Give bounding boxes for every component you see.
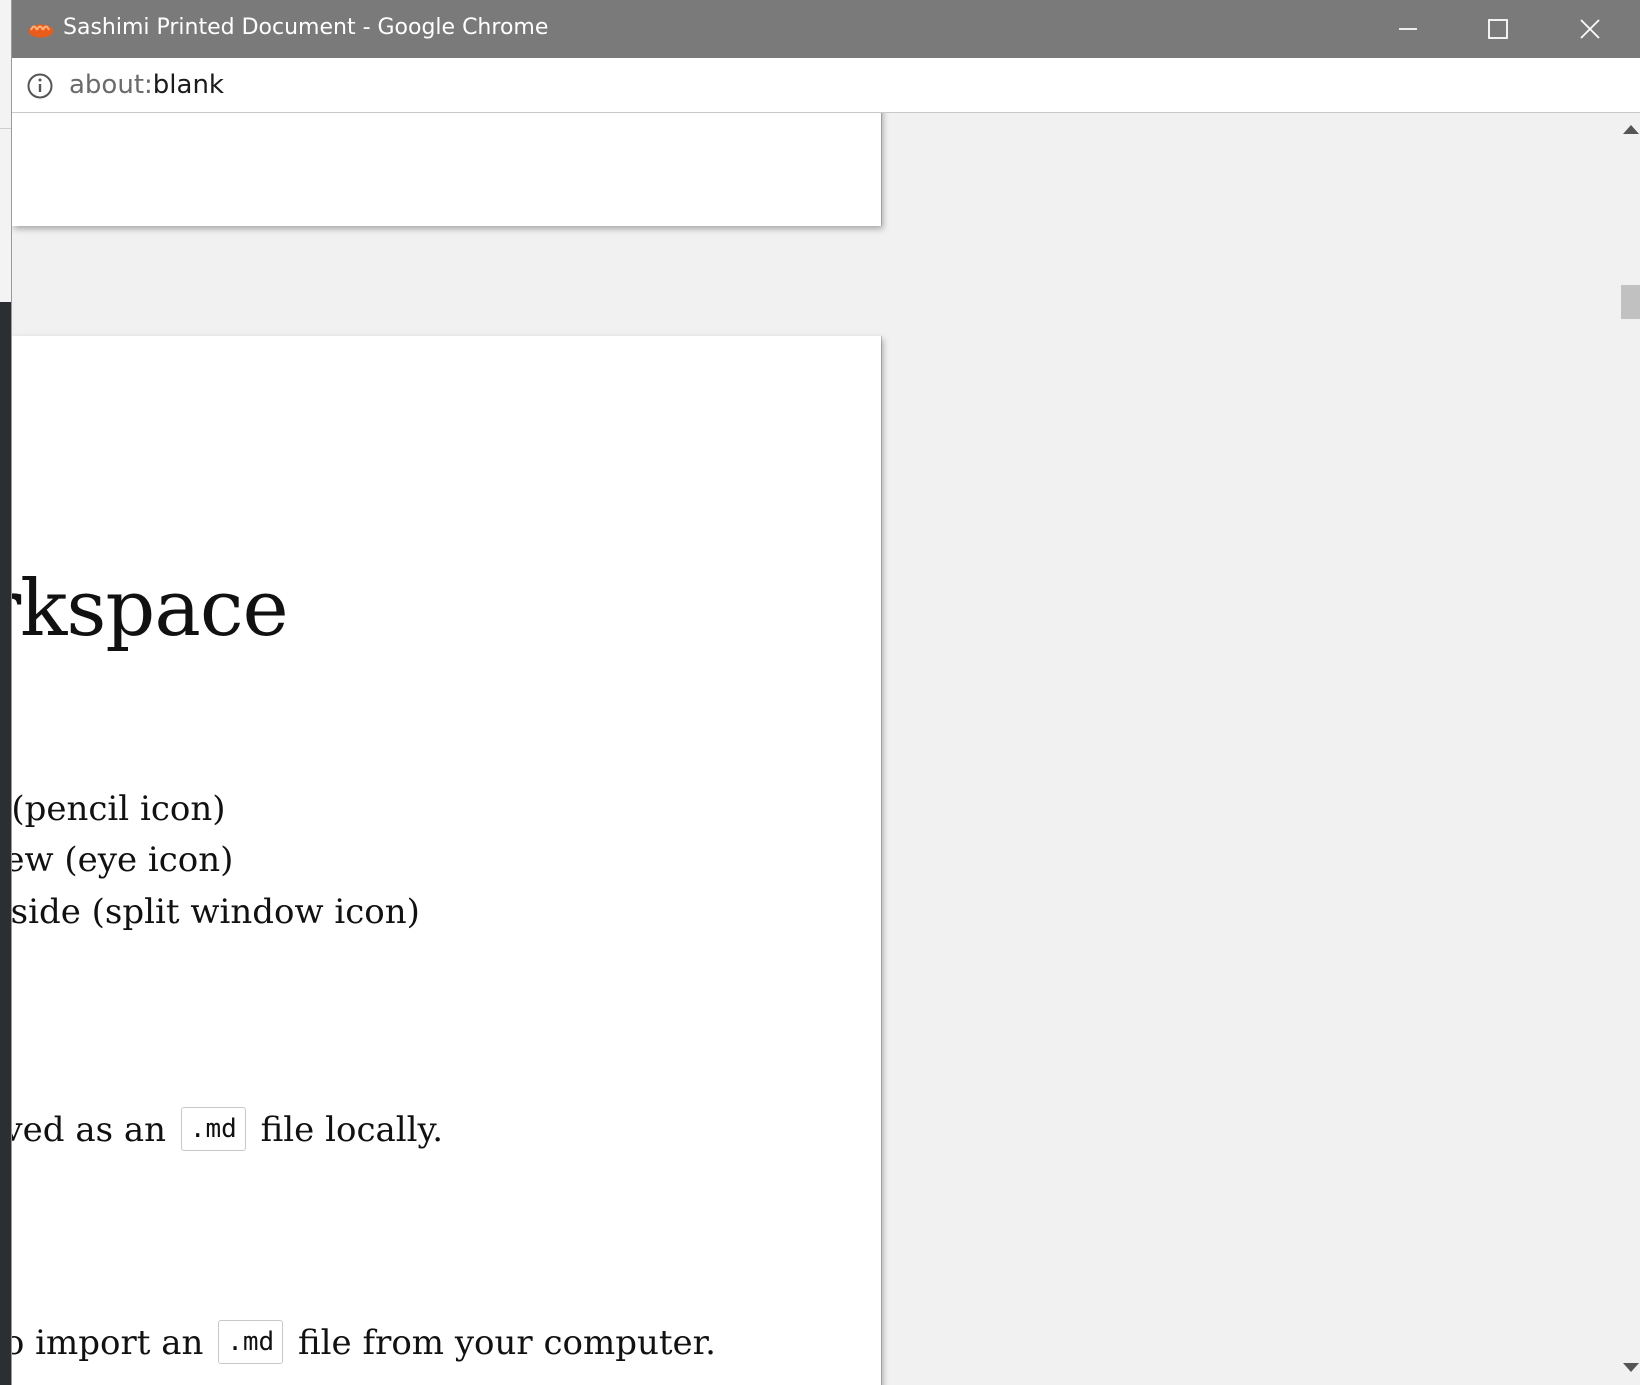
chrome-popup-window: Sashimi Printed Document - Google Chrome… [12,0,1640,1385]
paragraph-import: Click to import an .md file from your co… [12,1320,716,1364]
document-page: Workspace Edit mode (pencil icon) Previe… [12,336,881,1385]
paragraph-save: Notes are saved as an .md file locally. [12,1107,443,1151]
address-bar[interactable]: about:blank [12,58,1640,113]
window-title: Sashimi Printed Document - Google Chrome [63,15,549,40]
paragraph-text: file from your computer. [298,1323,716,1363]
paragraph-text: Notes are saved as an [12,1110,167,1150]
minimize-icon [1399,28,1417,30]
maximize-icon [1488,19,1508,39]
scroll-up-arrow-icon[interactable] [1623,125,1639,134]
list-item: Preview (eye icon) [12,840,234,880]
url-text[interactable]: about:blank [69,70,224,100]
info-icon[interactable] [26,72,54,100]
url-path: blank [152,70,224,100]
print-preview-viewport[interactable]: Workspace Edit mode (pencil icon) Previe… [12,113,1620,1385]
minimize-button[interactable] [1362,0,1454,58]
section-heading: Workspace [12,564,289,654]
paragraph-text: Click to import an [12,1323,204,1363]
inline-code: .md [218,1320,284,1364]
scroll-down-arrow-icon[interactable] [1623,1363,1639,1372]
maximize-button[interactable] [1452,0,1544,58]
scrollbar-thumb[interactable] [1621,285,1640,319]
title-bar[interactable]: Sashimi Printed Document - Google Chrome [12,0,1640,58]
sashimi-icon [28,24,54,38]
paragraph-text: file locally. [260,1110,444,1150]
document-page [12,113,881,226]
list-item: Edit mode (pencil icon) [12,789,226,829]
close-button[interactable] [1544,0,1636,58]
list-item: Side by side (split window icon) [12,892,420,932]
vertical-scrollbar[interactable] [1620,113,1640,1385]
url-scheme: about: [69,70,153,100]
inline-code: .md [180,1107,246,1151]
close-icon [1580,19,1600,39]
